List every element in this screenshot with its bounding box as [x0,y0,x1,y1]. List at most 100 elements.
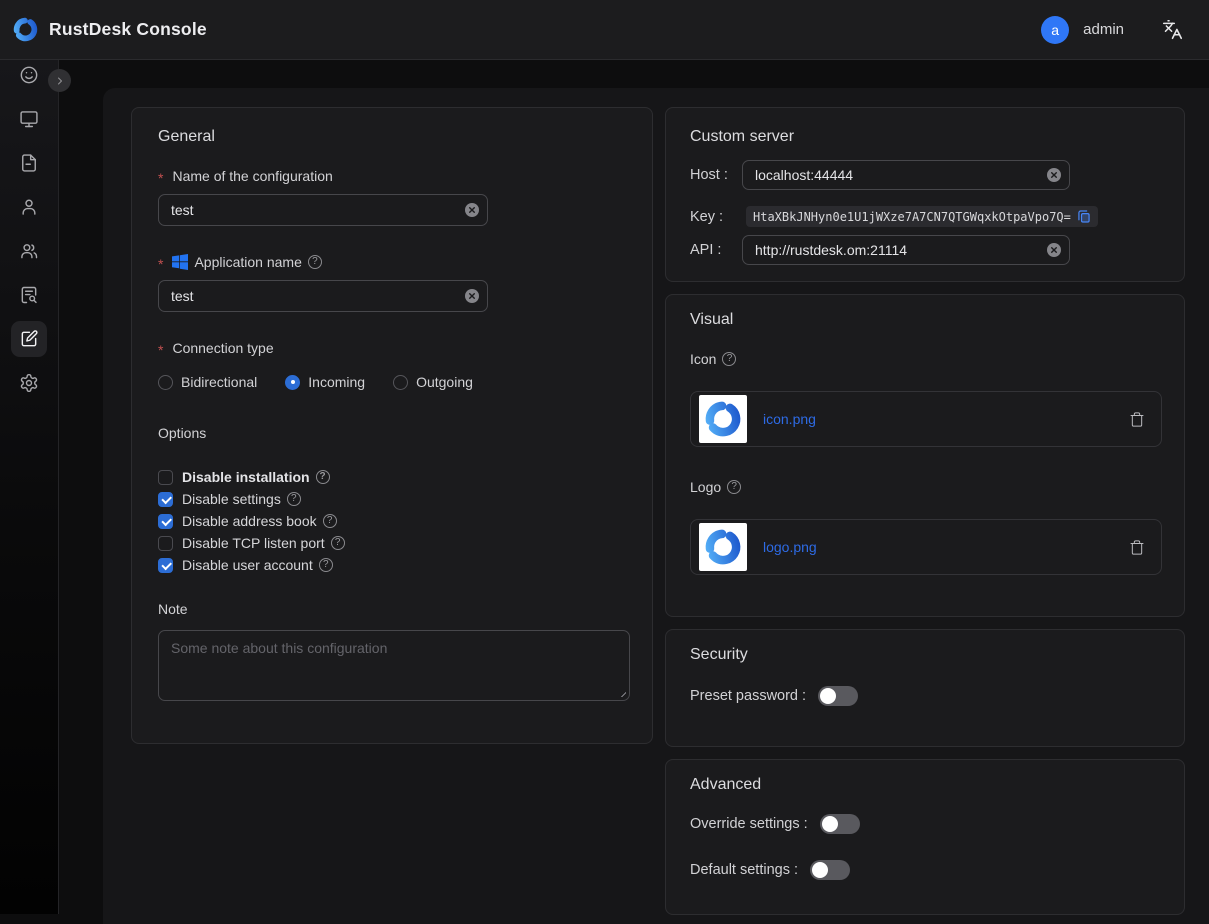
document-icon [19,153,39,173]
translate-icon[interactable] [1162,19,1183,40]
preset-password-row: Preset password : [690,682,1160,710]
user-name[interactable]: admin [1083,21,1124,38]
clear-icon[interactable] [465,289,479,303]
radio-bidirectional[interactable]: Bidirectional [158,374,257,390]
security-card: Security Preset password : [665,629,1185,747]
sidebar [0,60,59,914]
monitor-icon [19,109,39,129]
clear-icon[interactable] [1047,168,1061,182]
sidebar-item-custom-clients[interactable] [0,317,59,361]
checkbox-icon [158,558,173,573]
brand: RustDesk Console [12,16,207,43]
key-chip: HtaXBkJNHyn0e1U1jWXze7A7CN7QTGWqxkOtpaVp… [746,206,1098,227]
delete-icon[interactable] [1129,539,1145,556]
advanced-card: Advanced Override settings : Default set… [665,759,1185,915]
help-icon[interactable]: ? [316,470,330,484]
sidebar-item-devices[interactable] [0,97,59,141]
smiley-icon [19,65,39,85]
override-settings-label: Override settings : [690,816,808,832]
checkbox-icon [158,470,173,485]
rustdesk-logo-icon [703,399,743,439]
radio-outgoing[interactable]: Outgoing [393,374,473,390]
logo-filename-link[interactable]: logo.png [763,539,817,555]
icon-filename-link[interactable]: icon.png [763,411,816,427]
checkbox-disable-tcp-listen-port[interactable]: Disable TCP listen port ? [158,532,626,554]
key-row: Key : HtaXBkJNHyn0e1U1jWXze7A7CN7QTGWqxk… [690,206,1160,227]
connection-type-group: Bidirectional Incoming Outgoing [158,372,626,392]
windows-icon [172,254,188,270]
radio-incoming[interactable]: Incoming [285,374,365,390]
default-settings-label: Default settings : [690,862,798,878]
app-title: RustDesk Console [49,19,207,40]
clear-icon[interactable] [1047,243,1061,257]
rustdesk-logo-icon [703,527,743,567]
sidebar-item-device-logs[interactable] [0,273,59,317]
key-label: Key : [690,209,742,225]
preset-password-label: Preset password : [690,688,806,704]
sidebar-item-settings[interactable] [0,361,59,405]
options-group: Disable installation ? Disable settings … [158,466,626,576]
options-label: Options [158,423,626,443]
icon-thumbnail [699,395,747,443]
host-field [742,160,1070,190]
sidebar-item-groups[interactable] [0,229,59,273]
config-name-label: Name of the configuration [158,166,626,186]
visual-card: Visual Icon ? icon.png Logo [665,294,1185,617]
help-icon[interactable]: ? [722,352,736,366]
help-icon[interactable]: ? [323,514,337,528]
editor-icon [19,329,39,349]
custom-server-card: Custom server Host : Key : HtaXBkJNHyn0e… [665,107,1185,282]
preset-password-toggle[interactable] [818,686,858,706]
config-name-input[interactable] [158,194,488,226]
copy-icon[interactable] [1077,209,1091,224]
api-row: API : [690,235,1160,265]
note-label: Note [158,599,626,619]
general-title: General [158,128,626,146]
default-settings-row: Default settings : [690,856,1160,884]
help-icon[interactable]: ? [287,492,301,506]
radio-icon [158,375,173,390]
clear-icon[interactable] [465,203,479,217]
host-row: Host : [690,160,1160,190]
host-input[interactable] [742,160,1070,190]
key-value: HtaXBkJNHyn0e1U1jWXze7A7CN7QTGWqxkOtpaVp… [753,210,1071,224]
icon-upload-item: icon.png [690,391,1162,447]
note-field [158,630,630,701]
config-name-field [158,194,488,226]
radio-icon [393,375,408,390]
note-textarea[interactable] [158,630,630,701]
chevron-right-icon [54,75,66,87]
app-name-label: Application name ? [158,252,626,272]
host-label: Host : [690,167,742,183]
rustdesk-logo-icon [12,16,39,43]
general-card: General Name of the configuration Applic… [131,107,653,744]
sidebar-collapse-button[interactable] [48,69,71,92]
checkbox-disable-installation[interactable]: Disable installation ? [158,466,626,488]
checkbox-disable-settings[interactable]: Disable settings ? [158,488,626,510]
audit-log-icon [19,285,39,305]
help-icon[interactable]: ? [319,558,333,572]
avatar[interactable]: a [1041,16,1069,44]
logo-thumbnail [699,523,747,571]
sidebar-item-users[interactable] [0,185,59,229]
help-icon[interactable]: ? [331,536,345,550]
sidebar-item-audit[interactable] [0,141,59,185]
checkbox-disable-address-book[interactable]: Disable address book ? [158,510,626,532]
logo-label: Logo ? [690,477,1160,497]
delete-icon[interactable] [1129,411,1145,428]
visual-title: Visual [690,311,1160,329]
radio-icon [285,375,300,390]
api-label: API : [690,242,742,258]
default-settings-toggle[interactable] [810,860,850,880]
advanced-title: Advanced [690,776,1160,794]
help-icon[interactable]: ? [727,480,741,494]
help-icon[interactable]: ? [308,255,322,269]
api-input[interactable] [742,235,1070,265]
main-content: General Name of the configuration Applic… [103,88,1209,924]
logo-upload-item: logo.png [690,519,1162,575]
checkbox-disable-user-account[interactable]: Disable user account ? [158,554,626,576]
security-title: Security [690,646,1160,664]
app-name-input[interactable] [158,280,488,312]
override-settings-toggle[interactable] [820,814,860,834]
app-header: RustDesk Console a admin [0,0,1209,60]
